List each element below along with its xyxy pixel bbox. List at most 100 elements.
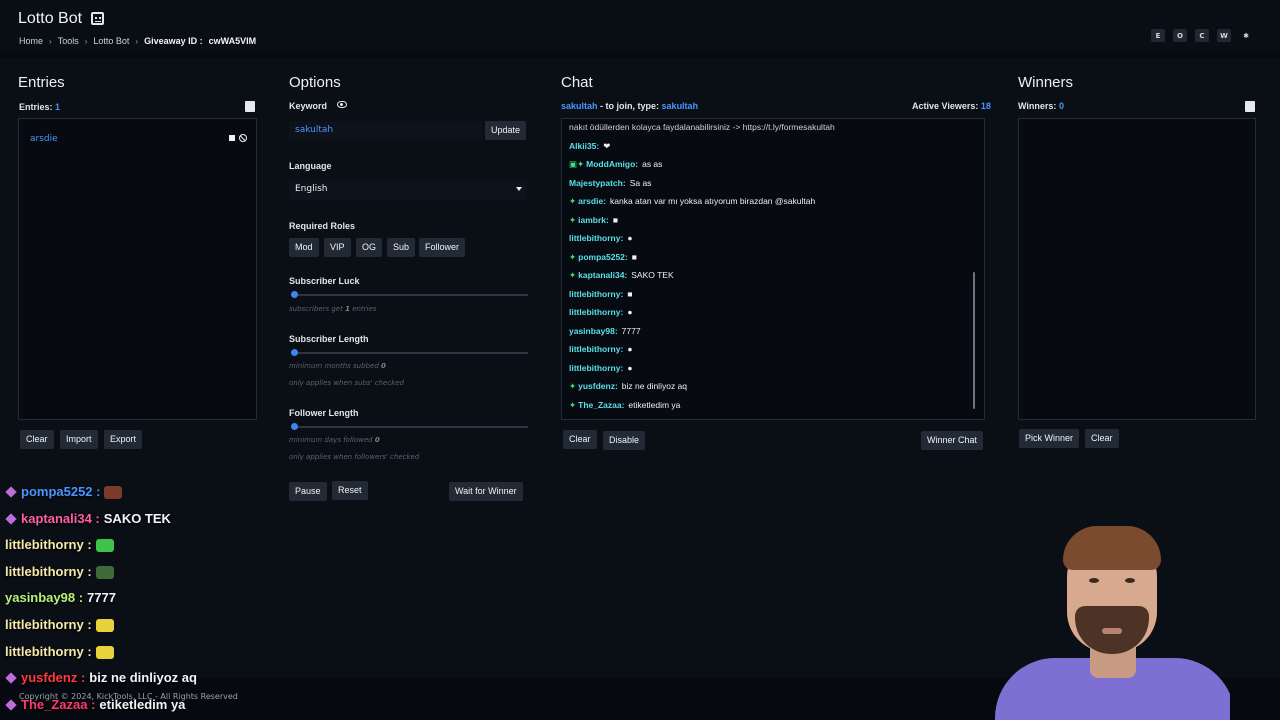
subscriber-length-slider[interactable] — [291, 349, 528, 356]
eye-icon[interactable] — [337, 101, 347, 108]
subscriber-length-note: only applies when subs' checked — [289, 379, 404, 387]
giveaway-id-value: cwWA5VIM — [208, 36, 257, 46]
chat-username[interactable]: yasinbay98: — [569, 326, 618, 336]
overlay-username: yusfdenz : — [21, 670, 86, 686]
follower-length-hint: minimum days followed 0 — [289, 436, 380, 444]
stop-icon[interactable] — [229, 135, 235, 141]
chat-text: ■ — [612, 214, 618, 225]
subscriber-luck-label: Subscriber Luck — [289, 276, 360, 286]
subscriber-length-hint: minimum months subbed 0 — [289, 362, 386, 370]
copy-icon[interactable] — [1245, 101, 1255, 112]
top-button-e[interactable]: E — [1151, 29, 1165, 42]
chat-username[interactable]: Alkii35: — [569, 141, 599, 151]
language-select[interactable]: English — [289, 179, 527, 200]
overlay-username: littlebithorny : — [5, 617, 92, 632]
winners-clear-button[interactable]: Clear — [1085, 429, 1119, 448]
chat-scrollbar[interactable] — [973, 272, 975, 409]
chat-username[interactable]: littlebithorny: — [569, 344, 623, 354]
entries-count-label: Entries: — [19, 102, 53, 112]
entries-export-button[interactable]: Export — [104, 430, 143, 449]
role-vip-button[interactable]: VIP — [324, 238, 351, 257]
chat-username[interactable]: littlebithorny: — [569, 307, 623, 317]
role-mod-button[interactable]: Mod — [289, 238, 319, 257]
chevron-right-icon: › — [135, 36, 139, 46]
emote-icon — [95, 619, 114, 633]
chat-badge-icon: ✦ — [569, 399, 577, 410]
breadcrumb-lotto-bot[interactable]: Lotto Bot — [93, 36, 129, 46]
chat-badge-icon: ✦ — [569, 251, 577, 262]
slider-knob[interactable] — [291, 423, 298, 430]
breadcrumb-home[interactable]: Home — [19, 36, 43, 46]
chat-text: as as — [642, 159, 663, 169]
top-button-w[interactable]: W — [1217, 29, 1231, 42]
entry-item[interactable]: arsdie — [30, 134, 58, 144]
top-button-c[interactable]: C — [1195, 29, 1209, 42]
overlay-username: littlebithorny : — [5, 643, 92, 659]
chat-text: etiketledim ya — [628, 399, 681, 410]
winner-chat-button[interactable]: Winner Chat — [921, 431, 984, 450]
entries-clear-button[interactable]: Clear — [20, 430, 54, 449]
top-button-o[interactable]: O — [1173, 29, 1187, 42]
overlay-chat-message: yasinbay98 :7777 — [5, 590, 116, 605]
chat-clear-button[interactable]: Clear — [563, 430, 597, 449]
chat-disable-button[interactable]: Disable — [603, 431, 646, 450]
subscriber-luck-slider[interactable] — [291, 291, 528, 298]
chat-text: ● — [627, 307, 633, 317]
role-og-button[interactable]: OG — [356, 238, 383, 257]
chat-username[interactable]: The_Zazaa: — [578, 400, 624, 410]
emote-icon — [104, 486, 123, 500]
entries-count-value: 1 — [55, 102, 61, 112]
emote-icon — [95, 565, 114, 579]
diamond-badge-icon — [5, 699, 17, 711]
role-sub-button[interactable]: Sub — [387, 238, 416, 257]
chat-message: littlebithorny: ● — [569, 307, 632, 317]
chat-text: biz ne dinliyoz aq — [621, 381, 688, 391]
breadcrumb-tools[interactable]: Tools — [58, 36, 79, 46]
giveaway-id-label: Giveaway ID : — [144, 36, 203, 46]
chat-username[interactable]: yusfdenz: — [578, 381, 618, 391]
pause-button[interactable]: Pause — [289, 482, 327, 501]
reset-button[interactable]: Reset — [332, 481, 368, 500]
entries-import-button[interactable]: Import — [60, 430, 98, 449]
settings-icon[interactable]: ✱ — [1239, 29, 1253, 42]
chat-message: ▣✦ ModdAmigo: as as — [569, 159, 662, 170]
chat-username[interactable]: ModdAmigo: — [586, 159, 638, 169]
chat-message: yasinbay98: 7777 — [569, 326, 641, 336]
pick-winner-button[interactable]: Pick Winner — [1019, 429, 1080, 448]
chat-message: Alkii35: ❤ — [569, 141, 610, 152]
breadcrumb: Home › Tools › Lotto Bot › Giveaway ID :… — [19, 36, 256, 46]
update-button[interactable]: Update — [485, 121, 527, 140]
overlay-text: biz ne dinliyoz aq — [89, 670, 197, 686]
ban-icon[interactable] — [239, 134, 247, 142]
options-title: Options — [289, 74, 341, 91]
role-follower-button[interactable]: Follower — [419, 238, 466, 257]
copy-icon[interactable] — [245, 101, 255, 112]
overlay-chat-message: littlebithorny : — [5, 644, 114, 659]
entries-count: Entries: 1 — [19, 102, 60, 112]
chat-username[interactable]: kaptanali34: — [578, 270, 627, 280]
overlay-chat-message: littlebithorny : — [5, 537, 114, 553]
chat-username[interactable]: littlebithorny: — [569, 233, 623, 243]
slider-knob[interactable] — [291, 349, 298, 356]
chat-username[interactable]: littlebithorny: — [569, 363, 623, 373]
language-label: Language — [289, 161, 332, 171]
chat-username[interactable]: iambrk: — [578, 215, 609, 225]
wait-for-winner-button[interactable]: Wait for Winner — [449, 482, 523, 501]
top-bar: Lotto Bot Home › Tools › Lotto Bot › Giv… — [0, 0, 1280, 52]
chat-username[interactable]: littlebithorny: — [569, 289, 623, 299]
entries-list: arsdie — [18, 118, 257, 420]
chat-message: ✦ kaptanali34: SAKO TEK — [569, 270, 674, 281]
chat-username[interactable]: arsdie: — [578, 196, 606, 206]
chat-username[interactable]: Majestypatch: — [569, 178, 626, 188]
chat-badge-icon: ✦ — [569, 214, 577, 225]
streamer-webcam — [985, 518, 1230, 720]
emote-icon — [95, 645, 114, 659]
chat-message: littlebithorny: ● — [569, 233, 632, 243]
chat-username[interactable]: pompa5252: — [578, 252, 628, 262]
keyword-input[interactable]: sakultah — [289, 121, 482, 140]
slider-knob[interactable] — [291, 291, 298, 298]
chat-message: ✦ iambrk: ■ — [569, 215, 618, 226]
chat-log[interactable]: nakıt ödüllerden kolayca faydalanabilirs… — [561, 118, 985, 420]
follower-length-slider[interactable] — [291, 423, 528, 430]
chat-text: ■ — [631, 251, 637, 262]
